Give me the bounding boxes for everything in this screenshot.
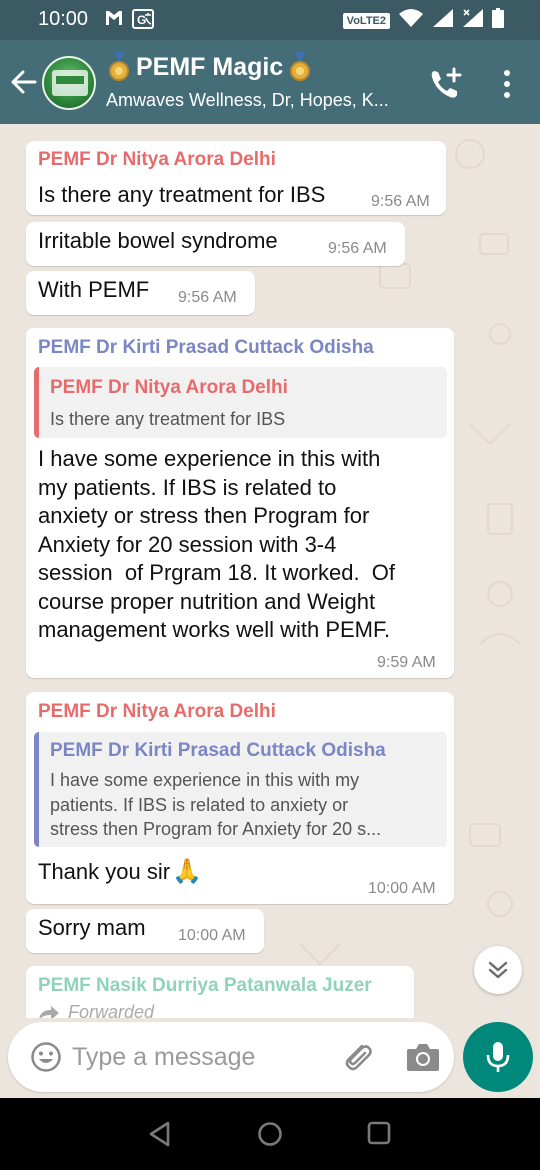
quoted-line: I have some experience in this with my (50, 770, 360, 790)
forward-icon (39, 1005, 59, 1018)
quoted-text: I have some experience in this with my p… (50, 768, 445, 842)
wifi-icon (398, 8, 424, 33)
add-call-button[interactable] (426, 64, 466, 104)
sender-name[interactable]: PEMF Dr Kirti Prasad Cuttack Odisha (38, 337, 374, 359)
praying-hands-emoji: 🙏 (172, 858, 202, 885)
quoted-sender: PEMF Dr Nitya Arora Delhi (50, 377, 288, 398)
message-line: course proper nutrition and Weight (38, 588, 376, 614)
message-line: Anxiety for 20 session with 3-4 (38, 531, 337, 557)
more-vert-dot (504, 92, 510, 98)
forwarded-label: Forwarded (38, 1002, 154, 1018)
signal-icon (432, 8, 454, 33)
translate-icon: G (132, 9, 154, 34)
attach-button[interactable] (340, 1040, 374, 1074)
group-members[interactable]: Amwaves Wellness, Dr, Hopes, K... (106, 90, 416, 111)
medal-icon (109, 52, 129, 81)
avatar-image-detail (56, 76, 84, 84)
message-text: Irritable bowel syndrome (38, 228, 278, 253)
message-line: Thank you sir (38, 859, 171, 884)
nav-home-icon[interactable] (256, 1120, 284, 1148)
group-name: PEMF Magic (136, 52, 284, 81)
message-text: Is there any treatment for IBS (38, 182, 326, 207)
gmail-icon (104, 9, 124, 34)
quote-bar (34, 367, 39, 438)
message-text: With PEMF (38, 277, 150, 302)
sender-name[interactable]: PEMF Dr Nitya Arora Delhi (38, 149, 276, 171)
sender-name[interactable]: PEMF Nasik Durriya Patanwala Juzer (38, 975, 372, 997)
message-bubble[interactable]: PEMF Dr Kirti Prasad Cuttack Odisha PEMF… (26, 328, 454, 678)
system-icons: VoLTE2 (342, 8, 504, 33)
message-line: management works well with PEMF. (38, 617, 391, 642)
back-button[interactable] (8, 66, 40, 98)
message-bubble[interactable]: Sorry mam 10:00 AM (26, 909, 264, 953)
voice-message-button[interactable] (463, 1022, 533, 1092)
message-text: Sorry mam (38, 915, 146, 940)
volte-badge: VoLTE2 (342, 12, 390, 29)
forwarded-text: Forwarded (68, 1002, 155, 1018)
quoted-line: stress then Program for Anxiety for 20 s… (50, 819, 382, 839)
message-bubble[interactable]: Irritable bowel syndrome 9:56 AM (26, 222, 405, 266)
group-avatar[interactable] (42, 56, 96, 110)
nav-recent-apps-icon[interactable] (366, 1120, 392, 1146)
camera-icon (407, 1044, 439, 1071)
emoji-button[interactable] (30, 1041, 62, 1073)
sender-name[interactable]: PEMF Dr Nitya Arora Delhi (38, 701, 276, 723)
message-line: my patients. If IBS is related to (38, 474, 337, 500)
message-line: session of Prgram 18. It worked. Of (38, 560, 396, 585)
message-time: 10:00 AM (178, 927, 246, 944)
back-arrow-icon (11, 70, 37, 94)
double-chevron-down-icon (488, 961, 508, 979)
battery-icon (492, 8, 504, 33)
message-line: anxiety or stress then Program for (38, 503, 370, 528)
message-time: 9:56 AM (178, 289, 237, 306)
more-vert-dot (504, 81, 510, 87)
status-time: 10:00 (38, 8, 89, 30)
microphone-icon (486, 1042, 510, 1072)
camera-button[interactable] (406, 1042, 440, 1072)
emoji-icon (31, 1042, 61, 1072)
chat-area[interactable]: PEMF Dr Nitya Arora Delhi Is there any t… (0, 124, 540, 1018)
quoted-message[interactable]: PEMF Dr Kirti Prasad Cuttack Odisha I ha… (34, 732, 447, 847)
message-bubble[interactable]: PEMF Dr Nitya Arora Delhi Is there any t… (26, 141, 446, 215)
quote-bar (34, 732, 39, 847)
message-time: 9:59 AM (377, 654, 436, 671)
status-bar: 10:00 G VoLTE2 (0, 0, 540, 40)
message-time: 10:00 AM (368, 880, 436, 897)
message-bubble[interactable]: With PEMF 9:56 AM (26, 271, 255, 315)
nav-back-icon[interactable] (146, 1120, 174, 1148)
add-call-icon (431, 67, 462, 98)
message-text: Thank you sir 🙏 (38, 858, 202, 887)
message-bubble[interactable]: PEMF Dr Nitya Arora Delhi PEMF Dr Kirti … (26, 692, 454, 904)
signal-icon (462, 8, 484, 33)
medal-icon (290, 52, 311, 81)
message-input-bar (8, 1022, 454, 1092)
message-text: I have some experience in this with my p… (38, 445, 448, 645)
chat-header: PEMF Magic Amwaves Wellness, Dr, Hopes, … (0, 40, 540, 124)
quoted-message[interactable]: PEMF Dr Nitya Arora Delhi Is there any t… (34, 367, 447, 438)
system-navigation-bar (0, 1098, 540, 1170)
more-vert-icon (504, 70, 510, 76)
more-options-button[interactable] (492, 64, 522, 104)
message-bubble[interactable]: PEMF Nasik Durriya Patanwala Juzer Forwa… (26, 966, 414, 1018)
message-input[interactable] (72, 1038, 332, 1076)
message-time: 9:56 AM (371, 193, 430, 210)
svg-text:G: G (137, 13, 146, 27)
quoted-text: Is there any treatment for IBS (50, 409, 286, 429)
group-title[interactable]: PEMF Magic (108, 52, 311, 82)
message-time: 9:56 AM (328, 240, 387, 257)
notification-icons: G (104, 9, 154, 34)
quoted-line: patients. If IBS is related to anxiety o… (50, 794, 349, 815)
scroll-to-bottom-button[interactable] (474, 946, 522, 994)
message-line: I have some experience in this with (38, 446, 381, 471)
quoted-sender: PEMF Dr Kirti Prasad Cuttack Odisha (50, 740, 386, 761)
paperclip-icon (345, 1044, 372, 1071)
